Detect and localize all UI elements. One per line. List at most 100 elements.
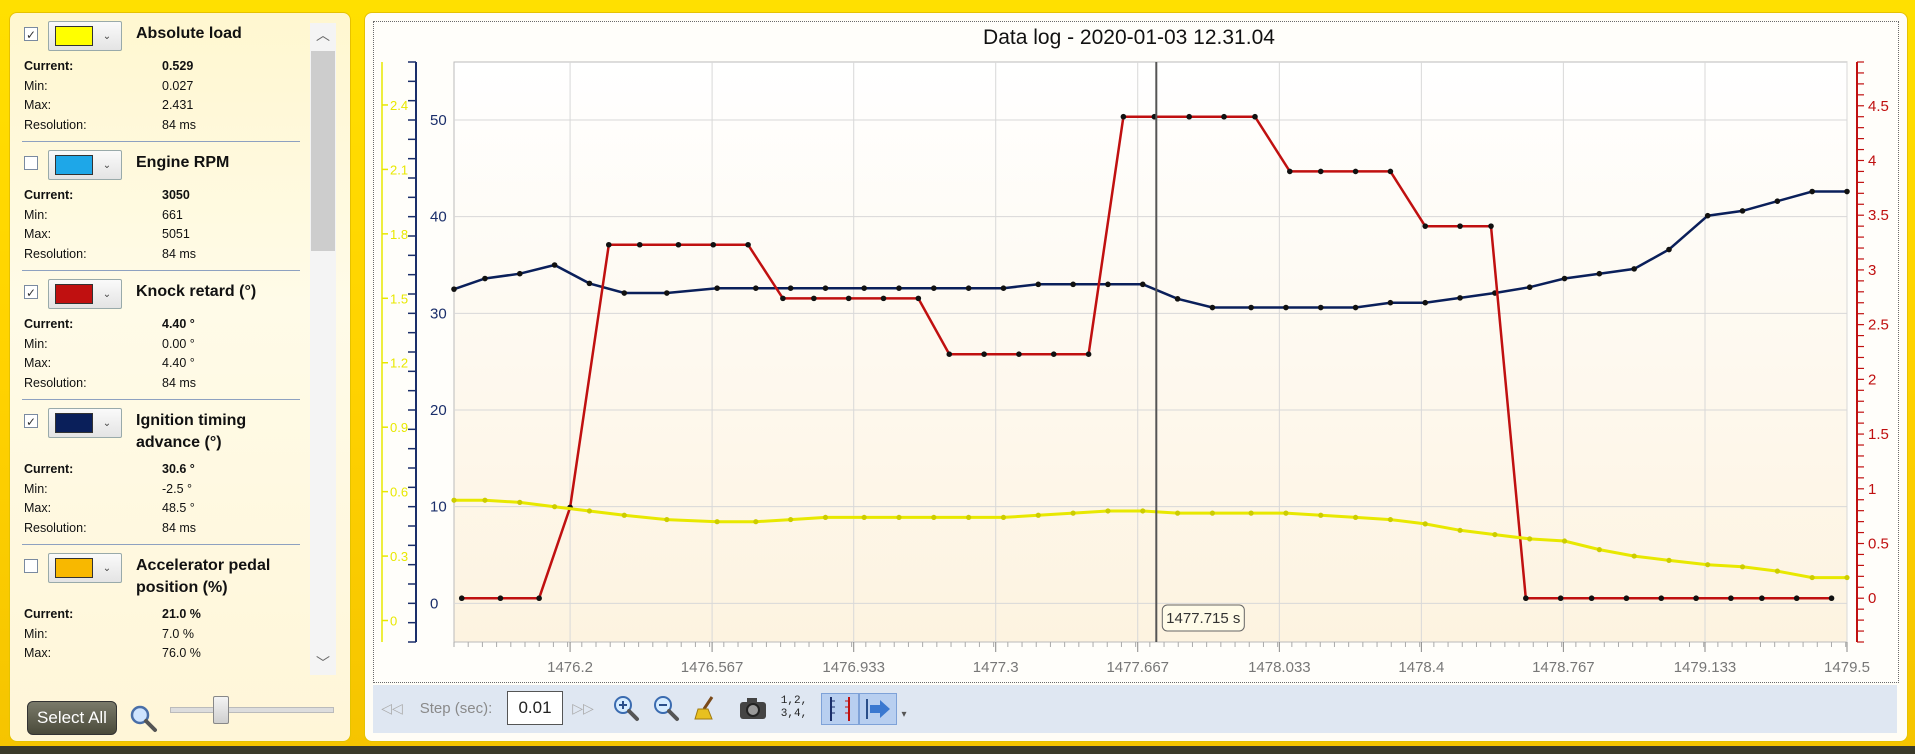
- color-picker-dropdown[interactable]: ⌄: [48, 150, 122, 180]
- data-point: [1105, 281, 1111, 288]
- step-input[interactable]: 0.01: [507, 691, 563, 725]
- chevron-down-icon: ⌄: [102, 417, 112, 429]
- color-picker-dropdown[interactable]: ⌄: [48, 408, 122, 438]
- sensor-header: ✓ ⌄ Ignition timing advance (°): [22, 408, 300, 454]
- data-point: [1561, 538, 1568, 544]
- yellow-tick-label: 0: [390, 614, 397, 629]
- scroll-up-icon[interactable]: ︿: [310, 23, 336, 47]
- data-log-chart[interactable]: Data log - 2020-01-03 12.31.04 1476.2 147…: [374, 22, 1898, 682]
- navy-tick-label: 30: [430, 305, 447, 322]
- data-point: [1774, 198, 1781, 204]
- red-tick-label: 1: [1868, 481, 1876, 498]
- data-point: [1248, 510, 1254, 516]
- data-point: [1492, 531, 1498, 538]
- yellow-tick-label: 1.5: [390, 291, 408, 306]
- data-point: [482, 497, 488, 503]
- sensor-checkbox[interactable]: ✓: [24, 27, 38, 42]
- scroll-thumb[interactable]: [311, 51, 335, 251]
- data-point: [1105, 508, 1111, 514]
- data-point: [965, 285, 972, 292]
- data-point: [1000, 514, 1007, 521]
- data-point: [458, 595, 465, 602]
- plot-area[interactable]: [453, 61, 1848, 643]
- stat-value: 0.027: [162, 78, 194, 93]
- stat-label: Resolution:: [24, 246, 87, 261]
- data-point: [714, 519, 720, 525]
- sensor-list-scrollbar[interactable]: ︿ ﹀: [310, 23, 336, 675]
- color-picker-dropdown[interactable]: ⌄: [48, 21, 122, 51]
- magnifier-icon[interactable]: [128, 703, 158, 733]
- sensor-name: Engine RPM: [136, 154, 230, 171]
- camera-snapshot-icon[interactable]: [737, 693, 769, 723]
- data-point: [1523, 595, 1529, 602]
- stat-value: 2.431: [162, 98, 194, 112]
- step-back-icon[interactable]: ◁◁: [381, 693, 403, 723]
- data-point: [1774, 568, 1780, 574]
- sensor-checkbox[interactable]: ✓: [24, 285, 38, 300]
- color-picker-dropdown[interactable]: ⌄: [48, 553, 122, 583]
- data-point: [1739, 208, 1746, 214]
- zoom-out-icon[interactable]: [651, 693, 681, 723]
- number-format-icon[interactable]: 1,2, 3,4,: [777, 693, 811, 723]
- scroll-down-icon[interactable]: ﹀: [310, 651, 336, 675]
- stat-label: Resolution:: [24, 117, 87, 132]
- data-point: [1283, 304, 1289, 311]
- navy-tick-label: 20: [430, 402, 447, 419]
- sensor-stats: Current: 30.6 ° Min: -2.5 ° Max: 48.5 ° Resolu…: [22, 460, 300, 538]
- data-point: [1317, 304, 1324, 311]
- sensor-checkbox[interactable]: [24, 156, 38, 170]
- data-point: [1693, 595, 1699, 602]
- data-point: [1174, 510, 1181, 516]
- stat-value: 48.5 °: [162, 501, 195, 515]
- broom-reset-icon[interactable]: [691, 693, 721, 723]
- color-swatch: [55, 558, 93, 578]
- sensor-checkbox[interactable]: [24, 559, 38, 573]
- stat-label: Min:: [24, 336, 48, 351]
- data-point: [497, 595, 504, 602]
- x-tick-label: 1476.567: [681, 659, 744, 676]
- stat-label: Resolution:: [24, 520, 87, 535]
- select-all-button[interactable]: Select All: [27, 701, 117, 735]
- data-point: [1248, 304, 1254, 311]
- data-point: [1704, 212, 1711, 219]
- zoom-in-icon[interactable]: [611, 693, 641, 723]
- data-point: [753, 519, 759, 525]
- follow-arrow-icon[interactable]: [859, 693, 897, 725]
- stat-label: Min:: [24, 207, 48, 222]
- sensor-checkbox[interactable]: ✓: [24, 414, 38, 429]
- chart-frame[interactable]: Data log - 2020-01-03 12.31.04 1476.2 147…: [373, 21, 1899, 683]
- stat-value: 4.40 °: [162, 356, 195, 370]
- stat-value: 5051: [162, 227, 190, 241]
- toolbar-overflow-icon[interactable]: ▾: [897, 707, 911, 721]
- data-point: [1070, 510, 1076, 516]
- x-tick-label: 1478.4: [1398, 659, 1444, 676]
- data-point: [621, 512, 627, 518]
- red-tick-label: 3: [1868, 262, 1876, 279]
- stat-value: 30.6 °: [162, 462, 195, 476]
- zoom-slider-track[interactable]: [170, 707, 334, 713]
- data-point: [1035, 281, 1042, 288]
- data-point: [1596, 270, 1603, 277]
- stat-label: Max:: [24, 501, 52, 515]
- axis-ruler-icon[interactable]: [821, 693, 859, 725]
- data-point: [1221, 113, 1227, 120]
- sensor-stats: Current: 21.0 % Min: 7.0 % Max: 76.0 % Resolut…: [22, 605, 300, 665]
- stat-label: Max:: [24, 646, 52, 660]
- data-point: [1317, 168, 1324, 175]
- color-picker-dropdown[interactable]: ⌄: [48, 279, 122, 309]
- zoom-slider-thumb[interactable]: [213, 696, 229, 724]
- data-point: [896, 514, 902, 521]
- chevron-down-icon: ⌄: [102, 159, 112, 171]
- sensor-header: ⌄ Accelerator pedal position (%): [22, 553, 300, 599]
- data-point: [1387, 516, 1394, 523]
- yellow-tick-label: 0.9: [390, 420, 408, 435]
- stat-label: Current:: [24, 188, 74, 202]
- data-point: [1457, 527, 1463, 533]
- sensor-header: ✓ ⌄ Absolute load: [22, 21, 300, 51]
- data-point: [1352, 304, 1359, 311]
- data-point: [966, 514, 972, 521]
- step-forward-icon[interactable]: ▷▷: [571, 693, 595, 723]
- data-point: [1422, 299, 1429, 306]
- data-point: [636, 241, 643, 248]
- data-point: [586, 508, 593, 514]
